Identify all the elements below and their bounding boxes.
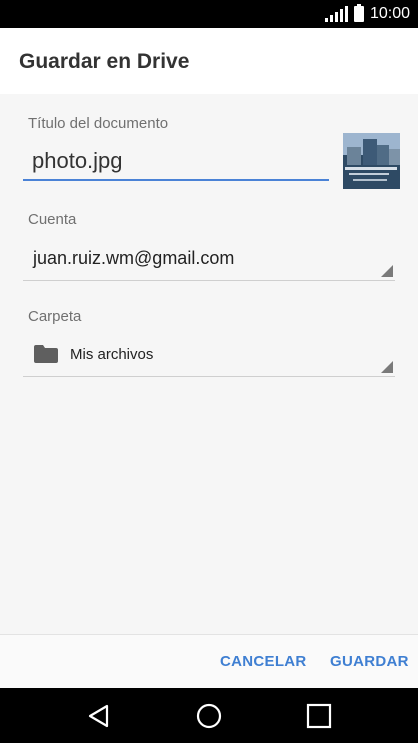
folder-label: Carpeta [28,308,82,325]
dropdown-arrow-icon [381,361,393,373]
dialog-header: Guardar en Drive [0,28,418,94]
account-value: juan.ruiz.wm@gmail.com [33,248,235,268]
folder-value: Mis archivos [70,346,154,363]
status-bar: 10:00 [0,0,418,28]
folder-icon [34,345,58,363]
home-icon[interactable] [195,702,223,730]
back-icon[interactable] [85,702,113,730]
status-time: 10:00 [369,5,410,22]
photo-thumbnail [343,133,400,189]
recents-icon[interactable] [305,702,333,730]
action-bar: CANCELAR GUARDAR [0,634,418,689]
dropdown-arrow-icon [381,265,393,277]
title-label: Título del documento [28,115,169,132]
document-title-value: photo.jpg [32,148,123,173]
navigation-bar [0,688,418,743]
account-dropdown[interactable]: juan.ruiz.wm@gmail.com [23,235,395,281]
account-label: Cuenta [28,211,77,228]
document-title-input[interactable]: photo.jpg [23,145,329,181]
save-button[interactable]: GUARDAR [330,653,409,670]
folder-dropdown[interactable]: Mis archivos [23,331,395,377]
cancel-button[interactable]: CANCELAR [220,653,307,670]
dialog-title: Guardar en Drive [19,50,190,73]
battery-icon [353,4,364,22]
signal-icon [324,6,348,22]
status-icons: 10:00 [324,4,410,24]
